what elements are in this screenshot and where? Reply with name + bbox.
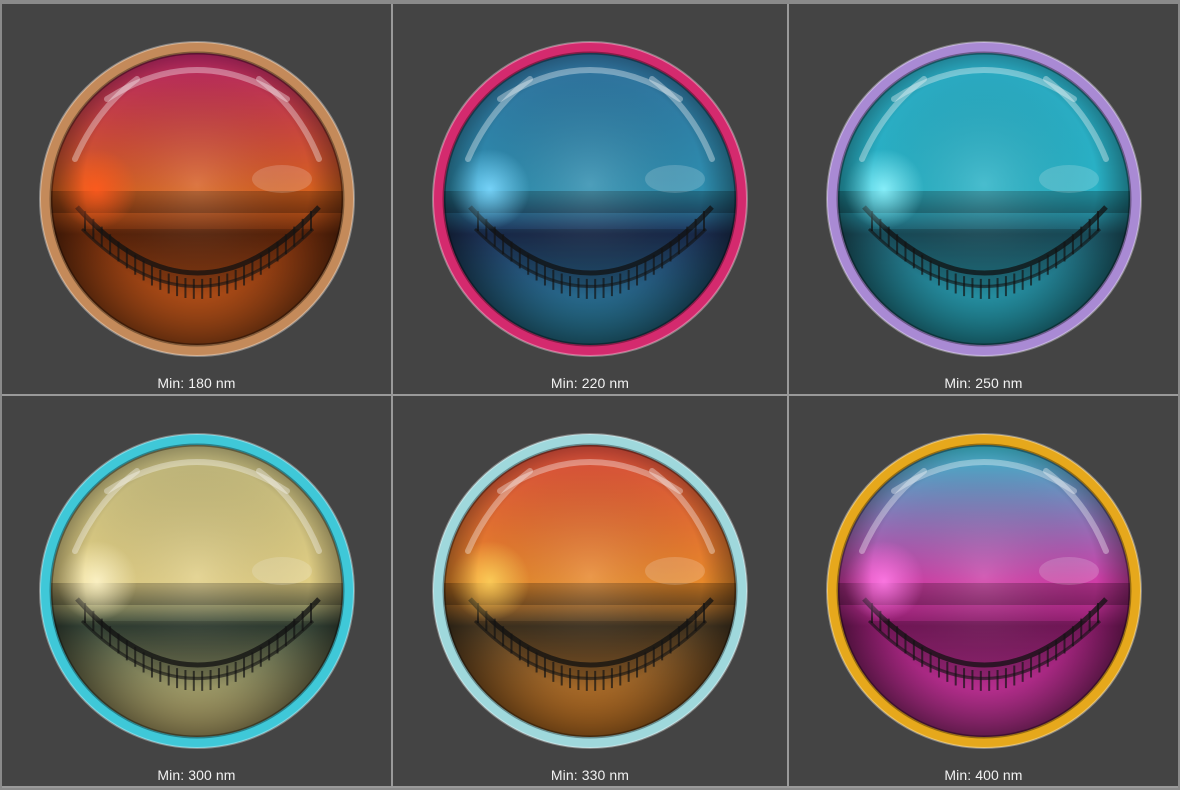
sphere-image xyxy=(825,41,1142,357)
sphere-image xyxy=(825,433,1142,749)
sphere-image xyxy=(38,433,355,749)
sphere-image xyxy=(38,41,355,357)
panel-label: Min: 180 nm xyxy=(157,375,236,391)
panel-180: Min: 180 nm xyxy=(2,4,391,394)
panel-label: Min: 400 nm xyxy=(944,767,1023,783)
sphere-image xyxy=(432,433,748,749)
panel-300: Min: 300 nm xyxy=(2,396,391,786)
sphere-image xyxy=(432,41,748,357)
panel-label: Min: 300 nm xyxy=(157,767,236,783)
panel-label: Min: 330 nm xyxy=(550,767,630,783)
panel-label: Min: 250 nm xyxy=(944,375,1023,391)
panel-330: Min: 330 nm xyxy=(393,396,787,786)
panel-400: Min: 400 nm xyxy=(789,396,1178,786)
panel-220: Min: 220 nm xyxy=(393,4,787,394)
sphere-grid: Min: 180 nm Min: 220 nm Min: 250 nm Min:… xyxy=(2,4,1178,788)
panel-label: Min: 220 nm xyxy=(550,375,630,391)
panel-250: Min: 250 nm xyxy=(789,4,1178,394)
